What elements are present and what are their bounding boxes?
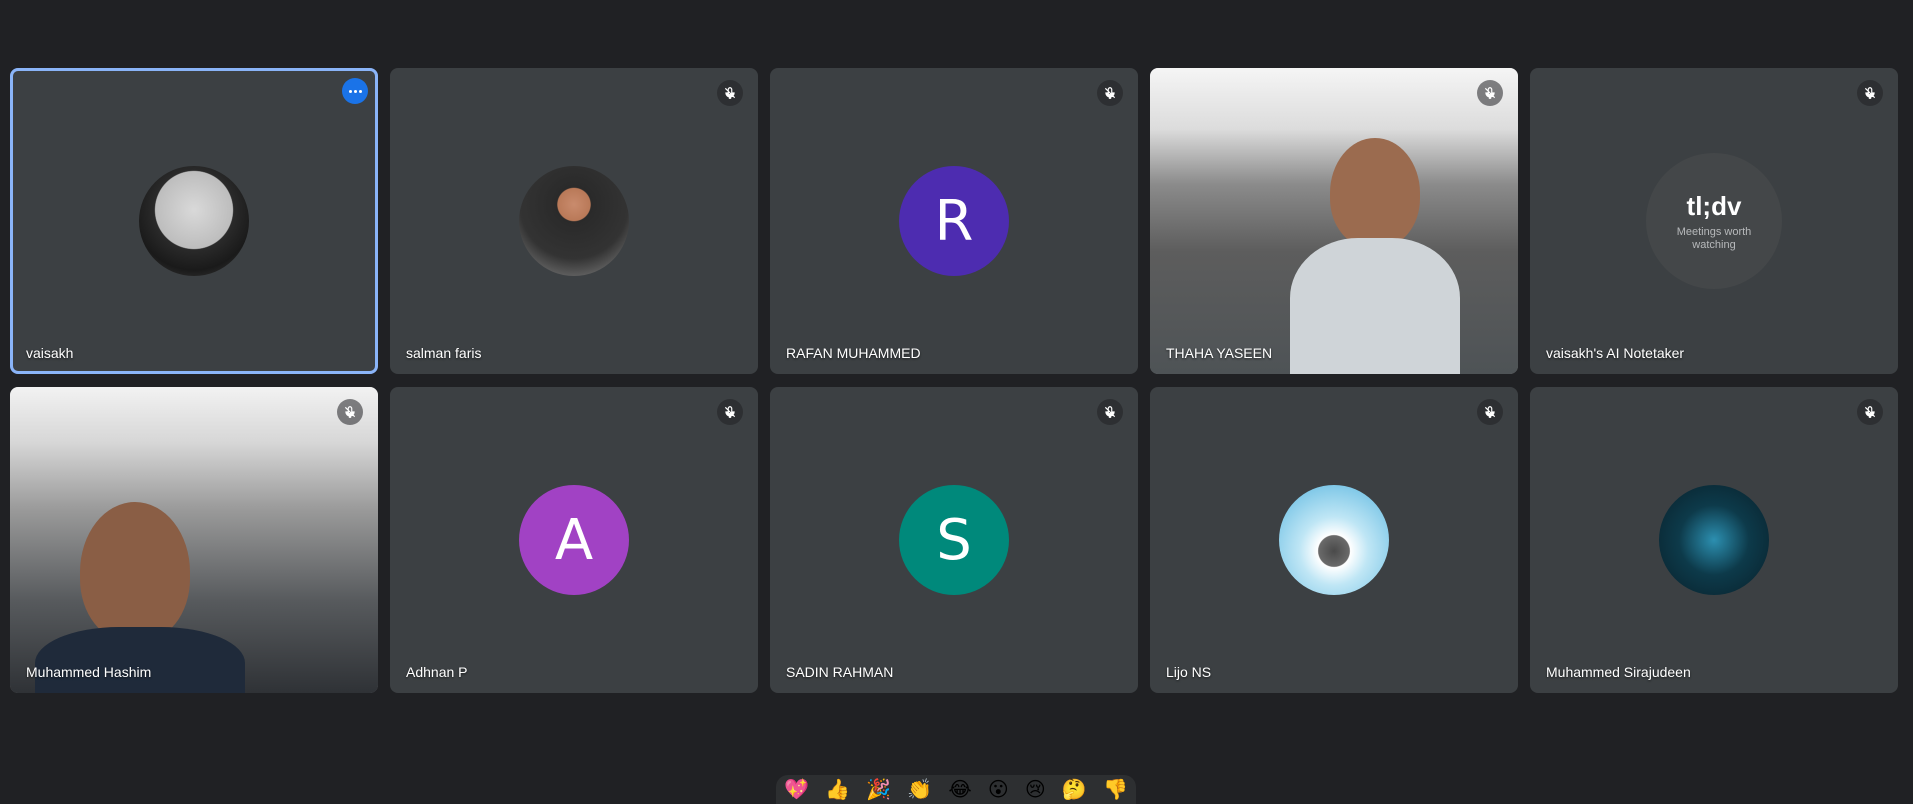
clapping-hands-reaction[interactable]: 👏 <box>907 777 932 802</box>
tldv-logo-text: tl;dv <box>1686 190 1742 221</box>
participant-tile[interactable]: Muhammed Hashim <box>10 387 378 693</box>
participant-name: vaisakh's AI Notetaker <box>1546 345 1685 361</box>
portrait-office-icon <box>519 166 629 276</box>
person-head <box>80 502 190 642</box>
participant-grid: vaisakh salman faris R RAFAN MUHAMMED TH… <box>10 68 1899 693</box>
tears-of-joy-reaction[interactable]: 😂 <box>948 777 971 802</box>
mic-off-icon <box>1097 399 1123 425</box>
avatar-letter: S <box>899 485 1009 595</box>
thumbs-down-reaction[interactable]: 👎 <box>1103 777 1128 802</box>
participant-tile[interactable]: vaisakh <box>10 68 378 374</box>
reaction-bar: 💖 👍 🎉 👏 😂 😮 😢 🤔 👎 <box>776 775 1136 804</box>
mic-off-icon <box>1857 80 1883 106</box>
participant-name: SADIN RAHMAN <box>786 664 894 680</box>
participant-tile[interactable]: Lijo NS <box>1150 387 1518 693</box>
wave-rock-icon <box>1279 485 1389 595</box>
mic-off-icon <box>1097 80 1123 106</box>
participant-tile[interactable]: THAHA YASEEN <box>1150 68 1518 374</box>
mic-off-icon <box>337 399 363 425</box>
party-popper-reaction[interactable]: 🎉 <box>866 777 891 802</box>
surprised-face-reaction[interactable]: 😮 <box>988 777 1009 802</box>
participant-tile[interactable]: A Adhnan P <box>390 387 758 693</box>
participant-tile[interactable]: R RAFAN MUHAMMED <box>770 68 1138 374</box>
participant-tile[interactable]: salman faris <box>390 68 758 374</box>
participant-name: Lijo NS <box>1166 664 1212 680</box>
mic-off-icon <box>717 80 743 106</box>
participant-name: Adhnan P <box>406 664 468 680</box>
participant-tile[interactable]: Muhammed Sirajudeen <box>1530 387 1898 693</box>
person-shirt <box>35 627 245 693</box>
portrait-bw-icon <box>139 166 249 276</box>
participant-tile[interactable]: S SADIN RAHMAN <box>770 387 1138 693</box>
tldv-tagline: Meetings worth watching <box>1676 225 1752 251</box>
tldv-logo: tl;dv Meetings worth watching <box>1646 153 1782 289</box>
participant-tile[interactable]: tl;dv Meetings worth watching vaisakh's … <box>1530 68 1898 374</box>
person-shirt <box>1290 238 1460 374</box>
sparkling-heart-reaction[interactable]: 💖 <box>784 777 809 802</box>
mic-off-icon <box>1477 399 1503 425</box>
mic-off-icon <box>1477 80 1503 106</box>
participant-name: vaisakh <box>26 345 74 361</box>
participant-name: salman faris <box>406 345 482 361</box>
person-head <box>1330 138 1420 248</box>
thumbs-up-reaction[interactable]: 👍 <box>825 777 850 802</box>
participant-name: RAFAN MUHAMMED <box>786 345 921 361</box>
participant-name: Muhammed Sirajudeen <box>1546 664 1691 680</box>
tech-graphic-icon <box>1659 485 1769 595</box>
mic-off-icon <box>717 399 743 425</box>
avatar-letter: R <box>899 166 1009 276</box>
crying-face-reaction[interactable]: 😢 <box>1025 777 1046 802</box>
mic-off-icon <box>1857 399 1883 425</box>
participant-name: THAHA YASEEN <box>1166 345 1273 361</box>
more-options-icon[interactable] <box>342 78 368 104</box>
avatar-letter: A <box>519 485 629 595</box>
thinking-face-reaction[interactable]: 🤔 <box>1062 777 1087 802</box>
participant-name: Muhammed Hashim <box>26 664 152 680</box>
